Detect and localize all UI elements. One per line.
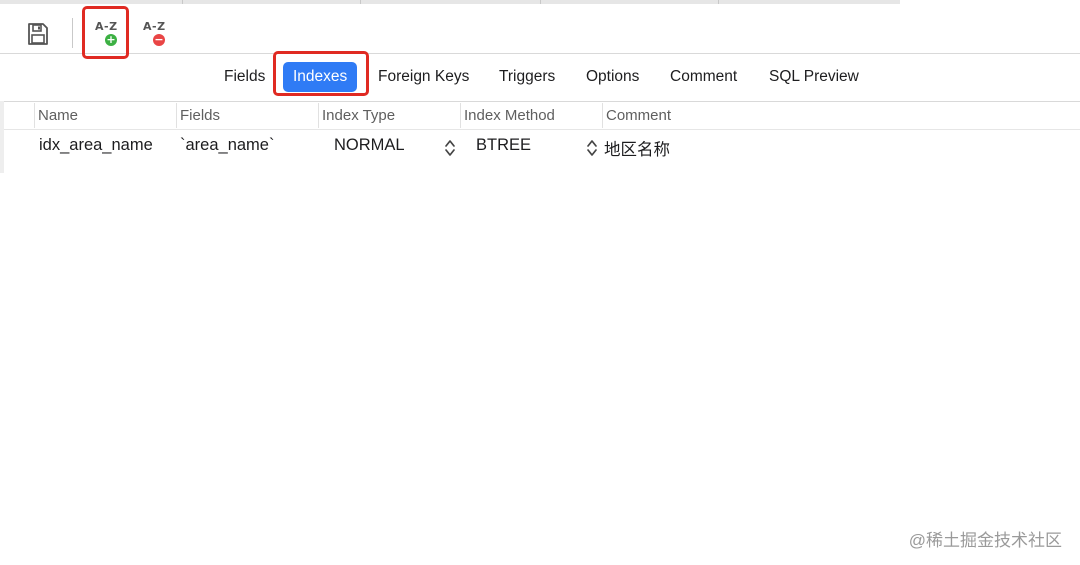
column-separator xyxy=(34,103,35,128)
tab-sql-preview[interactable]: SQL Preview xyxy=(759,62,869,92)
save-button[interactable] xyxy=(20,10,56,58)
plus-badge-icon: + xyxy=(105,33,117,46)
column-separator xyxy=(318,103,319,128)
floppy-disk-icon xyxy=(28,23,48,45)
tab-triggers[interactable]: Triggers xyxy=(489,62,565,92)
tab-bar: Fields Indexes Foreign Keys Triggers Opt… xyxy=(0,55,1080,100)
watermark: @稀土掘金技术社区 xyxy=(908,531,1062,550)
tab-fields[interactable]: Fields xyxy=(214,62,275,92)
index-method-stepper-icon[interactable] xyxy=(586,138,598,158)
column-header-comment[interactable]: Comment xyxy=(606,107,671,124)
tab-indexes[interactable]: Indexes xyxy=(283,62,358,92)
az-add-icon: A-Z + xyxy=(92,17,122,51)
column-separator xyxy=(602,103,603,128)
column-separator xyxy=(176,103,177,128)
index-type-stepper-icon[interactable] xyxy=(444,138,456,158)
index-method-select[interactable]: BTREE xyxy=(476,136,531,155)
column-header-fields[interactable]: Fields xyxy=(180,107,220,124)
tab-foreign-keys[interactable]: Foreign Keys xyxy=(368,62,479,92)
table-row[interactable] xyxy=(0,131,1080,163)
index-type-select[interactable]: NORMAL xyxy=(334,136,405,155)
column-header-index-type[interactable]: Index Type xyxy=(322,107,395,124)
index-name-cell[interactable]: idx_area_name xyxy=(39,136,153,155)
tab-options[interactable]: Options xyxy=(576,62,649,92)
column-separator xyxy=(460,103,461,128)
add-index-button[interactable]: A-Z + xyxy=(88,10,126,58)
tab-comment[interactable]: Comment xyxy=(660,62,747,92)
az-remove-icon: A-Z − xyxy=(140,17,170,51)
toolbar-divider xyxy=(72,18,73,48)
remove-index-button[interactable]: A-Z − xyxy=(136,10,174,58)
toolbar: A-Z + A-Z − xyxy=(0,4,1080,54)
remove-index-label: A-Z xyxy=(143,20,166,33)
minus-badge-icon: − xyxy=(153,33,165,46)
column-header-index-method[interactable]: Index Method xyxy=(464,107,555,124)
index-fields-cell[interactable]: `area_name` xyxy=(180,136,274,155)
add-index-label: A-Z xyxy=(95,20,118,33)
column-header-name[interactable]: Name xyxy=(38,107,78,124)
index-comment-cell[interactable]: 地区名称 xyxy=(604,136,670,160)
